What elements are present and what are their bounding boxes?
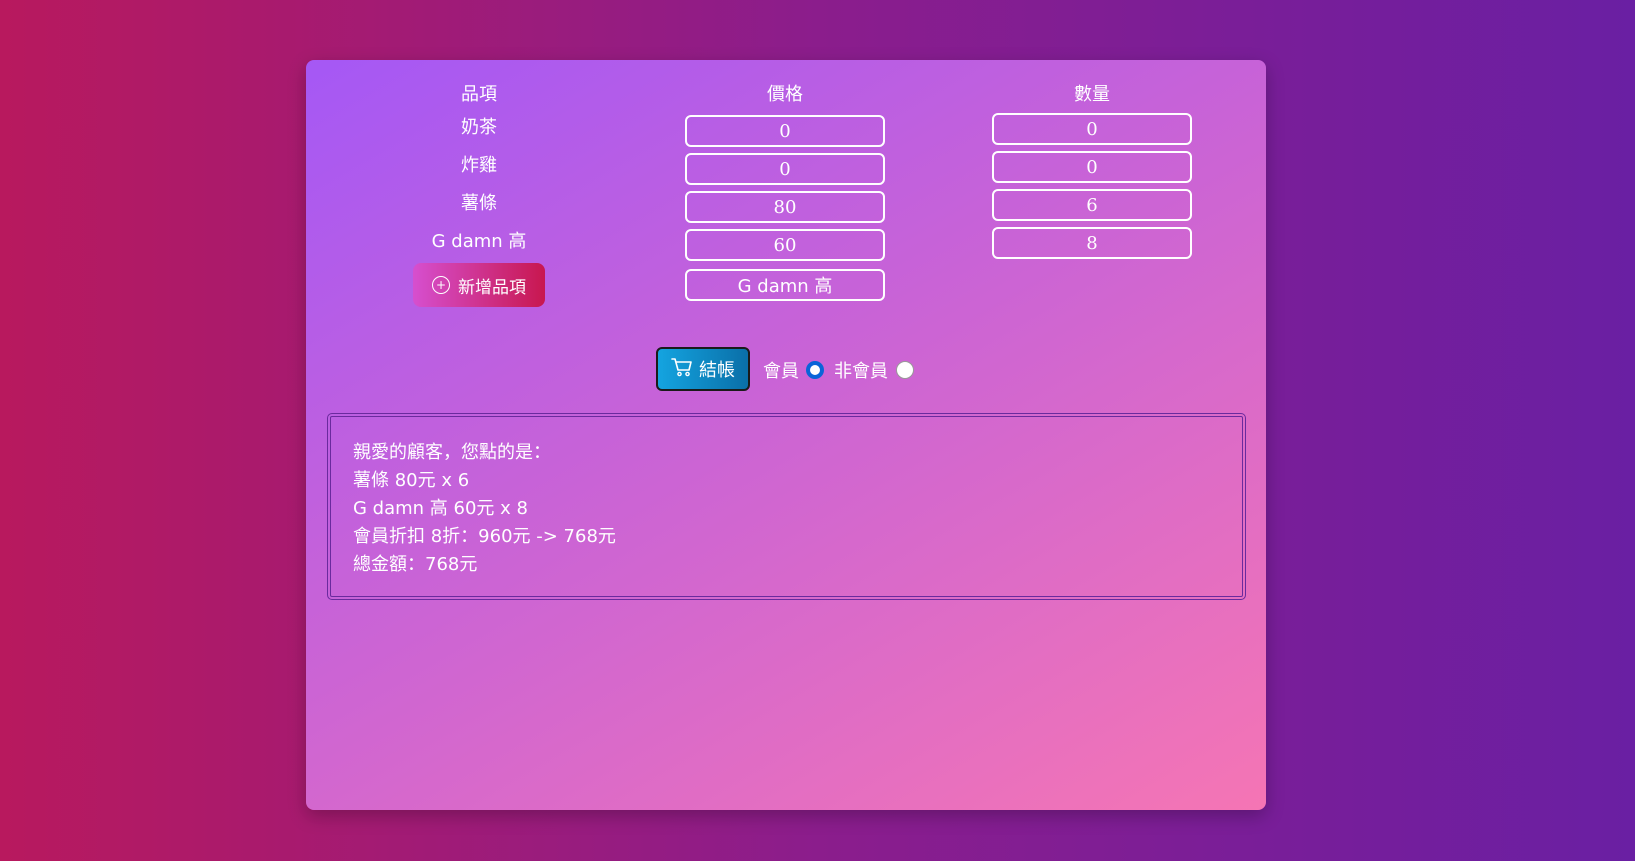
order-card: 品項 價格 數量 奶茶 炸雞 薯條 G damn 高 + 新增品項 結帳 會員 … bbox=[306, 60, 1266, 810]
plus-circle-icon: + bbox=[432, 276, 450, 294]
qty-input[interactable] bbox=[992, 113, 1192, 145]
cart-icon bbox=[671, 357, 693, 382]
price-input[interactable] bbox=[685, 153, 885, 185]
member-label: 會員 bbox=[763, 361, 799, 382]
summary-line: 親愛的顧客，您點的是： bbox=[353, 442, 551, 463]
add-item-button[interactable]: + 新增品項 bbox=[413, 263, 545, 307]
item-name: 炸雞 bbox=[461, 155, 497, 176]
price-input[interactable] bbox=[685, 115, 885, 147]
non-member-label: 非會員 bbox=[834, 361, 888, 382]
qty-input[interactable] bbox=[992, 189, 1192, 221]
summary-line: G damn 高 60元 x 8 bbox=[353, 498, 528, 519]
header-item: 品項 bbox=[461, 84, 497, 105]
summary-line: 會員折扣 8折：960元 -> 768元 bbox=[353, 526, 616, 547]
non-member-radio[interactable] bbox=[896, 361, 914, 379]
header-qty: 數量 bbox=[1074, 84, 1110, 105]
summary-line: 總金額：768元 bbox=[353, 554, 478, 575]
qty-input[interactable] bbox=[992, 151, 1192, 183]
item-name: 奶茶 bbox=[461, 117, 497, 138]
checkout-button[interactable]: 結帳 bbox=[656, 347, 750, 391]
item-name: 薯條 bbox=[461, 193, 497, 214]
new-item-input[interactable] bbox=[685, 269, 885, 301]
qty-input[interactable] bbox=[992, 227, 1192, 259]
item-name: G damn 高 bbox=[431, 231, 527, 252]
member-radio[interactable] bbox=[806, 361, 824, 379]
header-price: 價格 bbox=[767, 84, 803, 105]
add-item-label: 新增品項 bbox=[458, 277, 526, 298]
summary-line: 薯條 80元 x 6 bbox=[353, 470, 470, 491]
price-input[interactable] bbox=[685, 191, 885, 223]
price-input[interactable] bbox=[685, 229, 885, 261]
order-summary: 親愛的顧客，您點的是： 薯條 80元 x 6 G damn 高 60元 x 8 … bbox=[327, 413, 1246, 600]
checkout-label: 結帳 bbox=[699, 360, 735, 381]
